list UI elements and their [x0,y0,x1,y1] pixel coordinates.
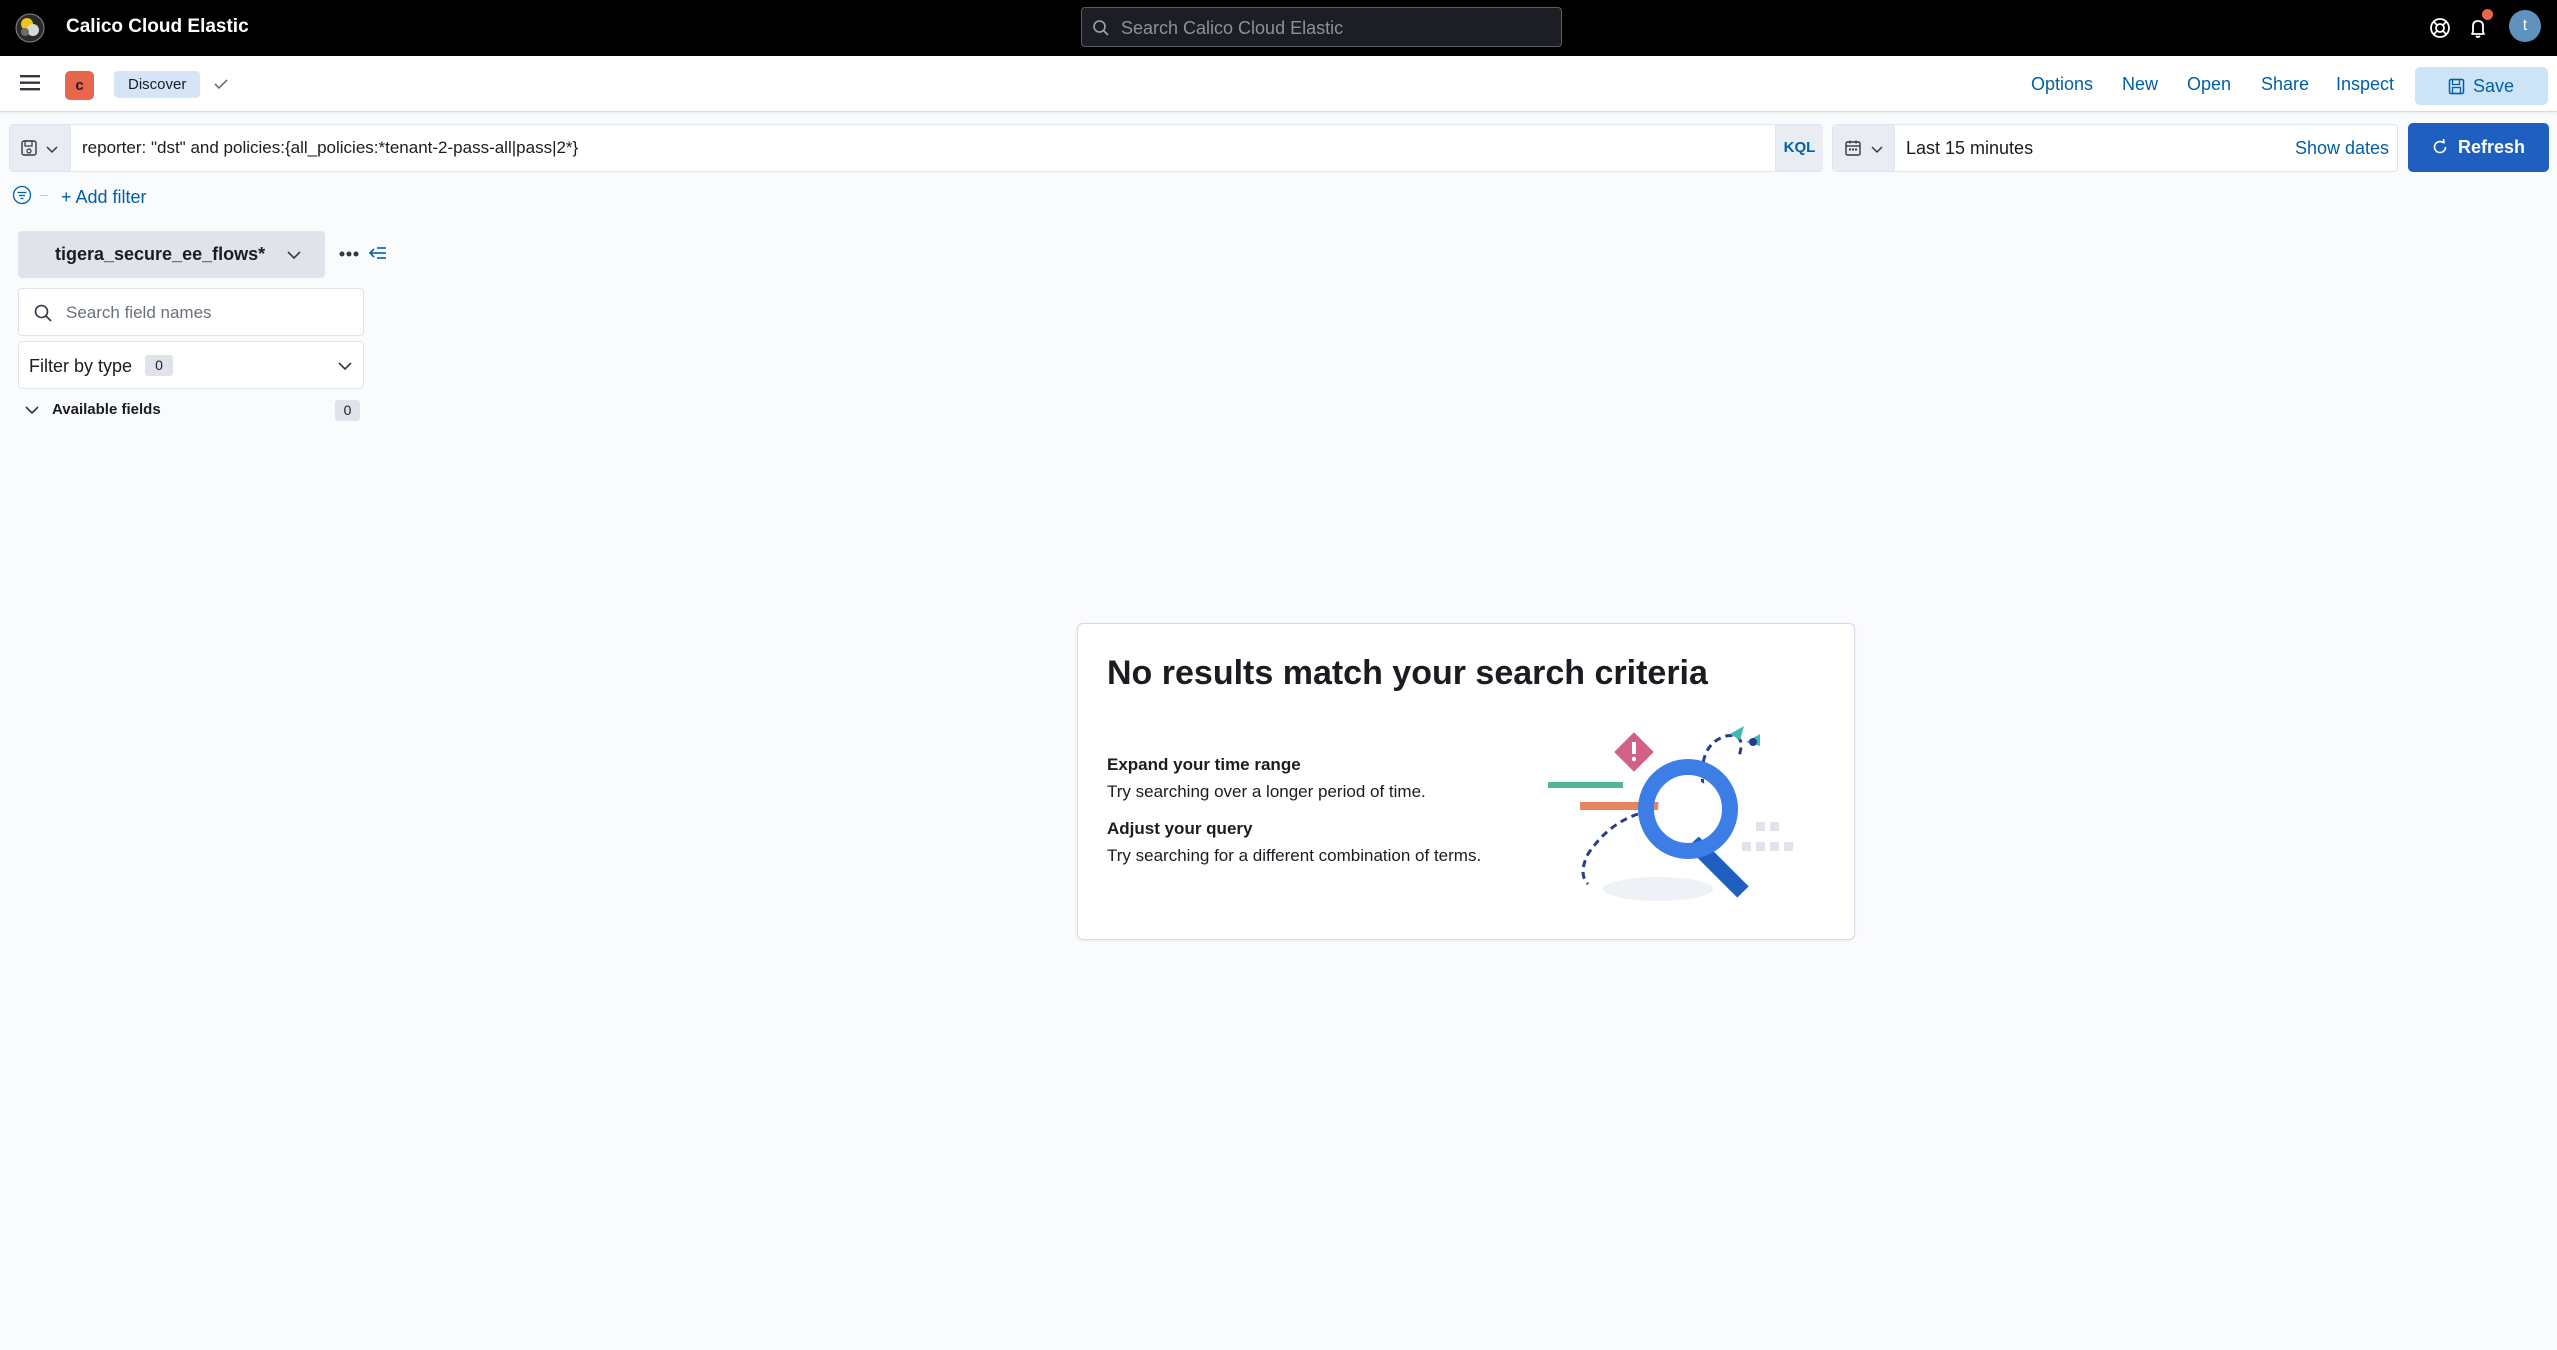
chevron-down-icon [46,146,58,154]
menu-icon[interactable] [18,72,44,94]
calendar-icon [1845,140,1861,156]
user-avatar[interactable]: t [2509,10,2541,42]
filter-by-type-button[interactable]: Filter by type 0 [18,341,364,389]
query-bar: reporter: "dst" and policies:{all_polici… [9,124,1823,172]
filter-divider [40,195,48,196]
space-avatar[interactable]: c [65,71,94,100]
available-fields-count: 0 [335,400,360,421]
field-search-input[interactable]: Search field names [18,288,364,336]
no-results-title: No results match your search criteria [1107,654,1708,692]
refresh-icon [2433,138,2447,154]
help-icon[interactable] [2425,13,2455,43]
refresh-button-label: Refresh [2458,137,2526,157]
elastic-logo-icon[interactable] [14,12,46,44]
no-results-panel: No results match your search criteria Ex… [1077,623,1855,940]
saved-query-icon [21,140,37,156]
save-button[interactable]: Save [2415,67,2548,105]
chevron-down-icon [287,251,301,260]
inspect-link[interactable]: Inspect [2336,72,2394,96]
no-results-illustration [1548,726,1793,901]
global-search-placeholder: Search Calico Cloud Elastic [1121,18,1344,38]
global-search-input[interactable]: Search Calico Cloud Elastic [1081,7,1562,47]
date-picker: Last 15 minutes Show dates [1832,124,2398,172]
search-icon [34,304,52,322]
query-language-button[interactable]: KQL [1775,125,1823,171]
chevron-down-icon [1871,146,1883,154]
filter-count-badge: 0 [145,355,173,376]
search-icon [1093,20,1109,36]
checkmark-icon [214,79,228,90]
available-fields-label[interactable]: Available fields [52,400,161,420]
quick-select-button[interactable] [1833,125,1895,171]
filter-menu-icon[interactable] [12,185,32,205]
field-search-placeholder: Search field names [66,303,212,322]
app-toolbar: c Discover Options New Open Share Inspec… [0,56,2557,112]
open-link[interactable]: Open [2187,72,2231,96]
notification-dot [2482,9,2493,20]
show-dates-link[interactable]: Show dates [2295,137,2389,159]
tip-heading: Adjust your query [1107,819,1253,838]
add-filter-button[interactable]: + Add filter [61,186,147,208]
collapse-sidebar-icon[interactable] [368,244,388,262]
chevron-down-icon [338,362,352,371]
tip-heading: Expand your time range [1107,755,1301,774]
refresh-button[interactable]: Refresh [2408,123,2549,172]
tip-body: Try searching for a different combinatio… [1107,846,1482,865]
global-header: Calico Cloud Elastic Search Calico Cloud… [0,0,2557,56]
index-pattern-selector[interactable]: tigera_secure_ee_flows* [18,231,325,278]
new-link[interactable]: New [2122,72,2158,96]
app-title[interactable]: Calico Cloud Elastic [66,14,249,40]
filter-by-type-label: Filter by type [29,356,133,376]
saved-query-button[interactable] [10,125,71,171]
save-button-label: Save [2473,76,2515,96]
index-pattern-label: tigera_secure_ee_flows* [55,244,266,264]
more-options-icon[interactable] [338,247,360,261]
share-link[interactable]: Share [2261,72,2309,96]
tip-body: Try searching over a longer period of ti… [1107,782,1426,801]
breadcrumb-discover[interactable]: Discover [114,71,201,98]
chevron-down-icon[interactable] [24,403,40,417]
query-input[interactable]: reporter: "dst" and policies:{all_polici… [82,137,578,159]
save-icon [2448,78,2465,95]
date-range-label[interactable]: Last 15 minutes [1906,137,2033,159]
options-link[interactable]: Options [2031,72,2093,96]
